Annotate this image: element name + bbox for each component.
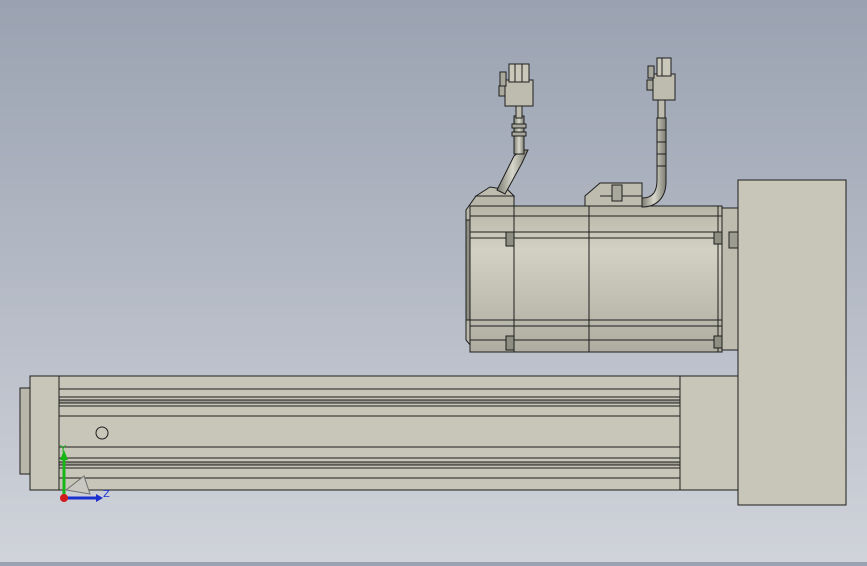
x-axis-dot: [60, 494, 68, 502]
cad-drawing: Y Z: [19, 57, 847, 506]
end-cap-right: [679, 375, 739, 491]
power-connector: [646, 57, 676, 101]
encoder-connector: [498, 63, 534, 107]
extrusion: [58, 375, 682, 491]
encoder-cable: [496, 105, 529, 195]
triad-y-label: Y: [59, 444, 67, 455]
power-cable: [641, 99, 667, 208]
servo-motor: [465, 182, 723, 353]
end-cap-left: [29, 375, 60, 491]
cad-viewport[interactable]: Y Z: [0, 0, 867, 562]
actuator-body: [19, 375, 739, 491]
motor-flange: [721, 179, 847, 506]
mounting-hole: [95, 426, 109, 440]
triad-z-label: Z: [103, 489, 110, 500]
